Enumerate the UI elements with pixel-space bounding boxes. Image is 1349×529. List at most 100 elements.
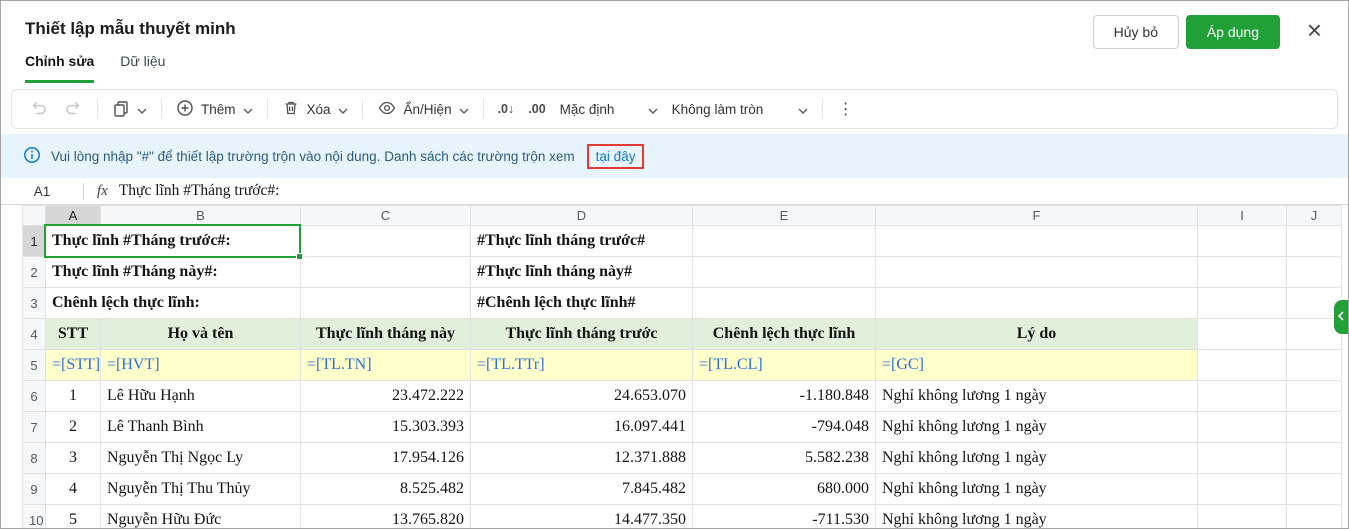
cell-E8[interactable]: 5.582.238 xyxy=(693,443,876,474)
add-button[interactable]: Thêm xyxy=(169,94,260,124)
cell-I10[interactable] xyxy=(1198,505,1287,529)
column-header-D[interactable]: D xyxy=(471,206,693,226)
cell-C4[interactable]: Thực lĩnh tháng này xyxy=(301,319,471,350)
cell-B8[interactable]: Nguyễn Thị Ngọc Ly xyxy=(101,443,301,474)
cell-C8[interactable]: 17.954.126 xyxy=(301,443,471,474)
cell-F3[interactable] xyxy=(876,288,1198,319)
cell-C5[interactable]: =[TL.TN] xyxy=(301,350,471,381)
increase-decimal-button[interactable]: .00 xyxy=(521,94,552,124)
number-format-dropdown[interactable]: Mặc định xyxy=(553,94,665,124)
more-options-icon[interactable]: ⋮ xyxy=(830,99,862,119)
row-header-9[interactable]: 9 xyxy=(23,474,46,505)
select-all-corner[interactable] xyxy=(23,206,46,226)
column-header-I[interactable]: I xyxy=(1198,206,1287,226)
cell-E3[interactable] xyxy=(693,288,876,319)
cell-D1[interactable]: #Thực lĩnh tháng trước# xyxy=(471,226,693,257)
redo-button[interactable] xyxy=(56,94,90,124)
cell-A1[interactable]: Thực lĩnh #Tháng trước#: xyxy=(46,226,301,257)
cell-A3[interactable]: Chênh lệch thực lĩnh: xyxy=(46,288,301,319)
cell-F6[interactable]: Nghỉ không lương 1 ngày xyxy=(876,381,1198,412)
cancel-button[interactable]: Hủy bỏ xyxy=(1093,15,1179,49)
cell-F4[interactable]: Lý do xyxy=(876,319,1198,350)
cell-I6[interactable] xyxy=(1198,381,1287,412)
cell-J10[interactable] xyxy=(1287,505,1342,529)
cell-J9[interactable] xyxy=(1287,474,1342,505)
cell-C1[interactable] xyxy=(301,226,471,257)
cell-D4[interactable]: Thực lĩnh tháng trước xyxy=(471,319,693,350)
cell-F8[interactable]: Nghỉ không lương 1 ngày xyxy=(876,443,1198,474)
cell-I5[interactable] xyxy=(1198,350,1287,381)
cell-D3[interactable]: #Chênh lệch thực lĩnh# xyxy=(471,288,693,319)
cell-D9[interactable]: 7.845.482 xyxy=(471,474,693,505)
cell-A7[interactable]: 2 xyxy=(46,412,101,443)
row-header-5[interactable]: 5 xyxy=(23,350,46,381)
cell-A5[interactable]: =[STT] xyxy=(46,350,101,381)
cell-F10[interactable]: Nghỉ không lương 1 ngày xyxy=(876,505,1198,529)
cell-F7[interactable]: Nghỉ không lương 1 ngày xyxy=(876,412,1198,443)
cell-E9[interactable]: 680.000 xyxy=(693,474,876,505)
decrease-decimal-button[interactable]: .0↓ xyxy=(491,94,522,124)
cell-D8[interactable]: 12.371.888 xyxy=(471,443,693,474)
column-header-J[interactable]: J xyxy=(1287,206,1342,226)
column-header-F[interactable]: F xyxy=(876,206,1198,226)
cell-I2[interactable] xyxy=(1198,257,1287,288)
row-header-1[interactable]: 1 xyxy=(23,226,46,257)
cell-J1[interactable] xyxy=(1287,226,1342,257)
copy-format-button[interactable] xyxy=(105,94,154,124)
cell-D7[interactable]: 16.097.441 xyxy=(471,412,693,443)
column-header-E[interactable]: E xyxy=(693,206,876,226)
cell-E2[interactable] xyxy=(693,257,876,288)
column-header-A[interactable]: A xyxy=(46,206,101,226)
cell-A2[interactable]: Thực lĩnh #Tháng này#: xyxy=(46,257,301,288)
tai-day-link[interactable]: tại đây xyxy=(596,149,636,164)
hide-show-button[interactable]: Ẩn/Hiện xyxy=(370,94,476,124)
row-header-7[interactable]: 7 xyxy=(23,412,46,443)
cell-B4[interactable]: Họ và tên xyxy=(101,319,301,350)
cell-F2[interactable] xyxy=(876,257,1198,288)
cell-C9[interactable]: 8.525.482 xyxy=(301,474,471,505)
cell-E1[interactable] xyxy=(693,226,876,257)
formula-input[interactable]: Thực lĩnh #Tháng trước#: xyxy=(119,182,280,200)
rounding-dropdown[interactable]: Không làm tròn xyxy=(665,94,815,124)
cell-J8[interactable] xyxy=(1287,443,1342,474)
cell-J2[interactable] xyxy=(1287,257,1342,288)
cell-E4[interactable]: Chênh lệch thực lĩnh xyxy=(693,319,876,350)
cell-C2[interactable] xyxy=(301,257,471,288)
cell-J7[interactable] xyxy=(1287,412,1342,443)
undo-button[interactable] xyxy=(22,94,56,124)
cell-C6[interactable]: 23.472.222 xyxy=(301,381,471,412)
panel-expand-handle[interactable] xyxy=(1334,300,1348,334)
cell-C10[interactable]: 13.765.820 xyxy=(301,505,471,529)
cell-I3[interactable] xyxy=(1198,288,1287,319)
cell-I9[interactable] xyxy=(1198,474,1287,505)
cell-I8[interactable] xyxy=(1198,443,1287,474)
column-header-C[interactable]: C xyxy=(301,206,471,226)
cell-E7[interactable]: -794.048 xyxy=(693,412,876,443)
column-header-B[interactable]: B xyxy=(101,206,301,226)
cell-I1[interactable] xyxy=(1198,226,1287,257)
cell-F1[interactable] xyxy=(876,226,1198,257)
cell-B10[interactable]: Nguyễn Hữu Đức xyxy=(101,505,301,529)
cell-E5[interactable]: =[TL.CL] xyxy=(693,350,876,381)
name-box[interactable]: A1 xyxy=(1,184,83,199)
cell-C7[interactable]: 15.303.393 xyxy=(301,412,471,443)
tab-chinh-sua[interactable]: Chỉnh sửa xyxy=(25,53,94,83)
cell-F5[interactable]: =[GC] xyxy=(876,350,1198,381)
cell-I7[interactable] xyxy=(1198,412,1287,443)
cell-E6[interactable]: -1.180.848 xyxy=(693,381,876,412)
close-icon[interactable]: × xyxy=(1307,17,1322,43)
cell-B6[interactable]: Lê Hữu Hạnh xyxy=(101,381,301,412)
cell-F9[interactable]: Nghỉ không lương 1 ngày xyxy=(876,474,1198,505)
row-header-8[interactable]: 8 xyxy=(23,443,46,474)
cell-I4[interactable] xyxy=(1198,319,1287,350)
apply-button[interactable]: Áp dụng xyxy=(1186,15,1280,49)
delete-button[interactable]: Xóa xyxy=(275,94,355,124)
cell-B5[interactable]: =[HVT] xyxy=(101,350,301,381)
cell-A8[interactable]: 3 xyxy=(46,443,101,474)
cell-E10[interactable]: -711.530 xyxy=(693,505,876,529)
cell-C3[interactable] xyxy=(301,288,471,319)
cell-J5[interactable] xyxy=(1287,350,1342,381)
cell-A10[interactable]: 5 xyxy=(46,505,101,529)
cell-B7[interactable]: Lê Thanh Bình xyxy=(101,412,301,443)
cell-J6[interactable] xyxy=(1287,381,1342,412)
